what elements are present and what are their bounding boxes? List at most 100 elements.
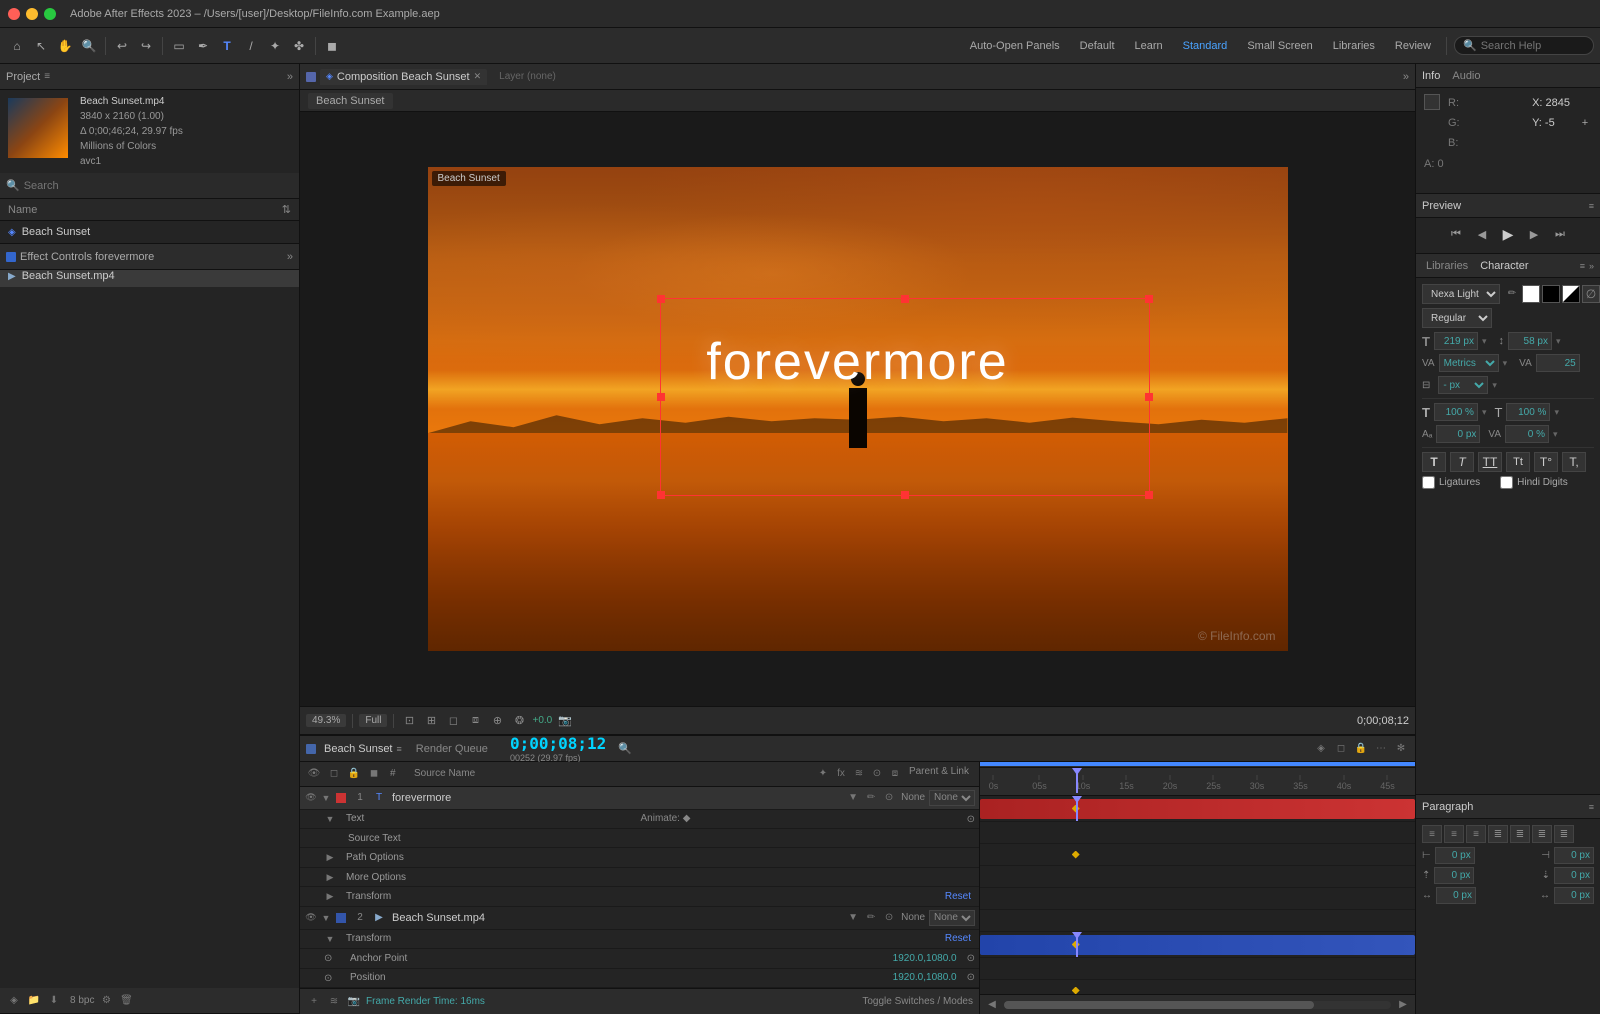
fullscreen-button[interactable] — [44, 8, 56, 20]
learn-btn[interactable]: Learn — [1127, 38, 1171, 54]
layer-1-expand[interactable]: ▼ — [320, 792, 332, 804]
prev-frame-btn[interactable]: ◀ — [1472, 224, 1492, 244]
tab-close-icon[interactable]: ✕ — [474, 71, 482, 82]
timeline-scrollbar-thumb[interactable] — [1004, 1001, 1314, 1009]
font-size-input[interactable] — [1434, 332, 1478, 350]
path-expand[interactable]: ▶ — [324, 852, 336, 864]
keyframe-source[interactable] — [1072, 851, 1080, 859]
redo-icon[interactable]: ↪ — [135, 35, 157, 57]
preview-menu-icon[interactable]: ≡ — [1589, 201, 1594, 211]
tl-motion-blur-icon[interactable]: ⋯ — [1373, 741, 1389, 757]
char-menu-icon[interactable]: ≡ — [1580, 261, 1585, 271]
scale-v-input[interactable] — [1506, 403, 1550, 421]
more-expand[interactable]: ▶ — [324, 871, 336, 883]
playhead[interactable] — [1076, 768, 1078, 793]
para-space-after-input[interactable] — [1554, 867, 1594, 884]
clone-tool[interactable]: ✦ — [264, 35, 286, 57]
justify-right-btn[interactable]: ≣ — [1532, 825, 1552, 843]
home-icon[interactable]: ⌂ — [6, 35, 28, 57]
sort-icon[interactable]: ⇅ — [282, 203, 291, 216]
justify-left-btn[interactable]: ≣ — [1488, 825, 1508, 843]
standard-btn[interactable]: Standard — [1175, 38, 1236, 54]
3d-icon[interactable]: ⧈ — [466, 712, 484, 730]
layer-1-parent-select[interactable]: None — [929, 790, 975, 806]
type-tool[interactable]: T — [216, 35, 238, 57]
font-swap-box[interactable] — [1562, 285, 1580, 303]
hindi-digits-checkbox[interactable] — [1500, 476, 1513, 489]
leading-input[interactable] — [1508, 332, 1552, 350]
rect-tool[interactable]: ▭ — [168, 35, 190, 57]
tl-solo-icon[interactable]: ◻ — [1333, 741, 1349, 757]
layer-row-2[interactable]: 👁 ▼ 2 ▶ Beach Sunset.mp4 ▼ ✏ ⊙ None — [300, 907, 979, 930]
track-bar-2[interactable] — [980, 935, 1415, 955]
position-value[interactable]: 1920.0,1080.0 — [893, 972, 957, 983]
ligatures-checkbox[interactable] — [1422, 476, 1435, 489]
camera-icon[interactable]: 📷 — [556, 712, 574, 730]
tsume-input[interactable] — [1505, 425, 1549, 443]
quality-dropdown[interactable]: Full — [359, 714, 387, 727]
font-edit-icon[interactable]: ✏ — [1504, 285, 1520, 301]
libraries-btn[interactable]: Libraries — [1325, 38, 1383, 54]
project-search-input[interactable] — [24, 180, 293, 192]
indent-select[interactable]: - px — [1438, 376, 1488, 394]
brush-tool[interactable]: / — [240, 35, 262, 57]
snap-icon[interactable]: ⊞ — [422, 712, 440, 730]
all-caps-btn[interactable]: TT — [1478, 452, 1502, 472]
auto-open-btn[interactable]: Auto-Open Panels — [962, 38, 1068, 54]
new-folder-icon[interactable]: 📁 — [26, 993, 42, 1009]
file-item-beach-sunset-comp[interactable]: ◈ Beach Sunset — [0, 221, 299, 243]
font-none-box[interactable]: ∅ — [1582, 285, 1600, 303]
render-queue-tab[interactable]: Render Queue — [416, 743, 488, 755]
align-right-btn[interactable]: ≡ — [1466, 825, 1486, 843]
import-icon[interactable]: ⬇ — [46, 993, 62, 1009]
tl-nav-add-icon[interactable]: + — [306, 994, 322, 1010]
tl-nav-camera-icon[interactable]: 📷 — [346, 994, 362, 1010]
search-layer-icon[interactable]: 🔍 — [616, 740, 634, 758]
font-color-box[interactable] — [1522, 285, 1540, 303]
trash-icon[interactable]: 🗑 — [118, 993, 134, 1009]
layer-2-expand-icon[interactable]: ▼ — [845, 910, 861, 926]
pen-tool[interactable]: ✒ — [192, 35, 214, 57]
para-margin-right-input[interactable] — [1554, 887, 1594, 904]
next-frame-btn[interactable]: ▶ — [1524, 224, 1544, 244]
switches-modes-btn[interactable]: Toggle Switches / Modes — [862, 996, 973, 1007]
small-screen-btn[interactable]: Small Screen — [1239, 38, 1320, 54]
scroll-left-icon[interactable]: ◀ — [984, 997, 1000, 1013]
tracking-input[interactable] — [1536, 354, 1580, 372]
para-space-before-input[interactable] — [1434, 867, 1474, 884]
layer-2-vis[interactable]: 👁 — [304, 911, 318, 925]
minimize-button[interactable] — [26, 8, 38, 20]
layer-1-vis[interactable]: 👁 — [304, 791, 318, 805]
keyframe-anchor[interactable] — [1072, 987, 1080, 995]
justify-all-btn[interactable]: ≣ — [1554, 825, 1574, 843]
project-menu-icon[interactable]: ≡ — [44, 71, 50, 82]
animate-btn[interactable]: Animate: ◆ — [637, 813, 695, 824]
layer-1-edit-icon[interactable]: ✏ — [863, 790, 879, 806]
zoom-tool[interactable]: 🔍 — [78, 35, 100, 57]
small-caps-btn[interactable]: Tt — [1506, 452, 1530, 472]
grid-icon[interactable]: ⊕ — [488, 712, 506, 730]
libraries-tab[interactable]: Libraries — [1422, 260, 1472, 272]
play-btn[interactable]: ▶ — [1498, 224, 1518, 244]
search-input[interactable] — [1481, 40, 1585, 52]
layer-2-edit-icon[interactable]: ✏ — [863, 910, 879, 926]
tl-draft-icon[interactable]: ✻ — [1393, 741, 1409, 757]
text-expand[interactable]: ▼ — [324, 813, 336, 825]
timeline-scrollbar[interactable] — [1004, 1001, 1391, 1009]
puppet-tool[interactable]: ✤ — [288, 35, 310, 57]
skip-to-end-btn[interactable]: ⏭ — [1550, 224, 1570, 244]
align-left-btn[interactable]: ≡ — [1422, 825, 1442, 843]
reset-btn-1[interactable]: Reset — [941, 891, 975, 902]
tl-new-comp-icon[interactable]: ◈ — [1313, 741, 1329, 757]
undo-icon[interactable]: ↩ — [111, 35, 133, 57]
track-bar-1[interactable] — [980, 799, 1415, 819]
comp-expand-icon[interactable]: » — [1403, 71, 1409, 83]
transform2-expand[interactable]: ▼ — [324, 933, 336, 945]
scale-h-input[interactable] — [1434, 403, 1478, 421]
layer-2-expand[interactable]: ▼ — [320, 912, 332, 924]
layer-1-expand-icon[interactable]: ▼ — [845, 790, 861, 806]
font-style-select[interactable]: Regular — [1422, 308, 1492, 328]
fit-icon[interactable]: ⊡ — [400, 712, 418, 730]
kerning-select[interactable]: Metrics — [1439, 354, 1499, 372]
superscript-btn[interactable]: T° — [1534, 452, 1558, 472]
